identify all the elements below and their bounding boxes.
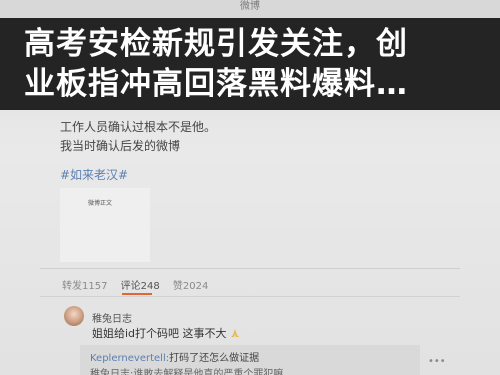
divider xyxy=(40,268,460,269)
app-title: 微博 xyxy=(0,0,500,18)
thumbnail-title: 微博正文 xyxy=(88,200,113,207)
reply-line-2: 稚兔日志:谁敢去解释是他真的严重个罪犯嘛 xyxy=(90,369,284,375)
engagement-tabs: 转发1157 评论248 赞2024 xyxy=(62,277,218,292)
avatar[interactable] xyxy=(64,306,84,326)
thumbnail-line xyxy=(66,220,68,226)
headline-line-1: 高考安检新规引发关注，创 xyxy=(24,26,408,62)
topic-tag-link[interactable]: #如来老汉# xyxy=(60,166,460,185)
reply-line: Keplernevertell:打码了还怎么做证据 xyxy=(90,349,259,364)
headline-line-2: 业板指冲高回落黑料爆料… xyxy=(24,66,408,102)
comment-text: 姐姐给id打个码吧 这事不大 xyxy=(92,325,240,341)
post-line-1: 工作人员确认过根本不是他。 xyxy=(60,120,217,134)
comment-username[interactable]: 稚兔日志 xyxy=(92,310,132,325)
comment-text-body: 姐姐给id打个码吧 这事不大 xyxy=(92,327,227,340)
thumbnail-line xyxy=(66,232,68,238)
thumbnail-line xyxy=(66,244,68,250)
tab-comments[interactable]: 评论248 xyxy=(121,281,160,292)
tab-repost[interactable]: 转发1157 xyxy=(62,281,107,292)
headline-banner: 高考安检新规引发关注，创 业板指冲高回落黑料爆料… xyxy=(0,18,500,110)
tab-likes[interactable]: 赞2024 xyxy=(173,281,208,292)
pray-emoji-icon xyxy=(230,329,239,337)
active-tab-indicator xyxy=(122,293,152,295)
post-line-2: 我当时确认后发的微博 xyxy=(60,139,181,153)
divider xyxy=(40,296,460,297)
post-body: 工作人员确认过根本不是他。 我当时确认后发的微博 #如来老汉# xyxy=(60,118,460,185)
reply-text: 打码了还怎么做证据 xyxy=(169,353,260,364)
more-icon[interactable]: ••• xyxy=(428,357,446,367)
reply-username[interactable]: Keplernevertell: xyxy=(90,353,169,364)
attached-image-thumbnail[interactable]: 微博正文 xyxy=(60,188,150,262)
reply-thread[interactable]: Keplernevertell:打码了还怎么做证据 稚兔日志:谁敢去解释是他真的… xyxy=(80,345,420,375)
